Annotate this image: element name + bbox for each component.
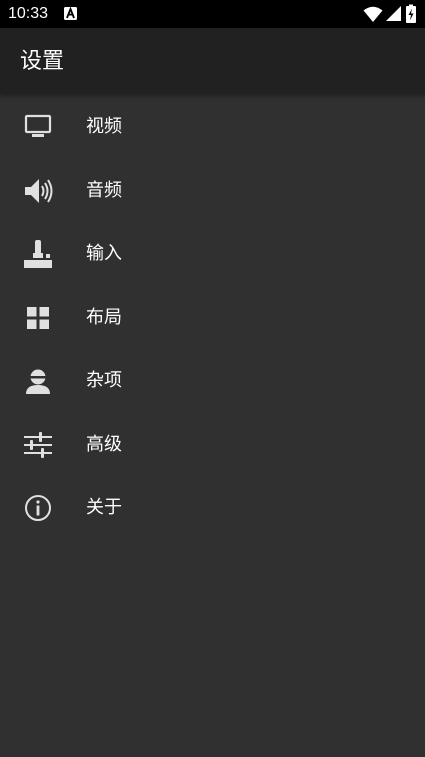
person-icon — [22, 365, 54, 397]
status-time: 10:33 — [8, 5, 49, 22]
speaker-icon — [22, 175, 54, 207]
menu-item-advanced[interactable]: 高级 — [0, 413, 425, 477]
menu-item-video[interactable]: 视频 — [0, 95, 425, 159]
menu-item-label: 杂项 — [86, 370, 122, 391]
info-icon — [22, 492, 54, 524]
a-notification-icon — [64, 7, 77, 20]
grid-icon — [22, 302, 54, 334]
menu-item-misc[interactable]: 杂项 — [0, 349, 425, 413]
battery-charging-icon — [406, 4, 416, 23]
menu-item-label: 布局 — [86, 306, 122, 328]
menu-item-label: 音频 — [86, 179, 122, 201]
menu-item-label: 关于 — [86, 497, 122, 518]
sliders-icon — [22, 429, 54, 461]
monitor-icon — [22, 111, 54, 143]
menu-item-label: 高级 — [86, 433, 122, 455]
menu-item-about[interactable]: 关于 — [0, 476, 425, 540]
status-bar: 10:33 — [0, 0, 425, 28]
wifi-icon — [363, 6, 383, 22]
menu-item-audio[interactable]: 音频 — [0, 159, 425, 223]
signal-icon — [386, 6, 401, 21]
menu-item-input[interactable]: 输入 — [0, 222, 425, 286]
menu-item-label: 视频 — [86, 116, 122, 137]
settings-menu: 视频 音频 输入 布局 杂项 高级 关于 — [0, 95, 425, 540]
joystick-icon — [22, 238, 54, 270]
app-bar: 设置 — [0, 28, 425, 94]
menu-item-layout[interactable]: 布局 — [0, 286, 425, 350]
menu-item-label: 输入 — [86, 243, 122, 264]
page-title: 设置 — [20, 49, 65, 74]
